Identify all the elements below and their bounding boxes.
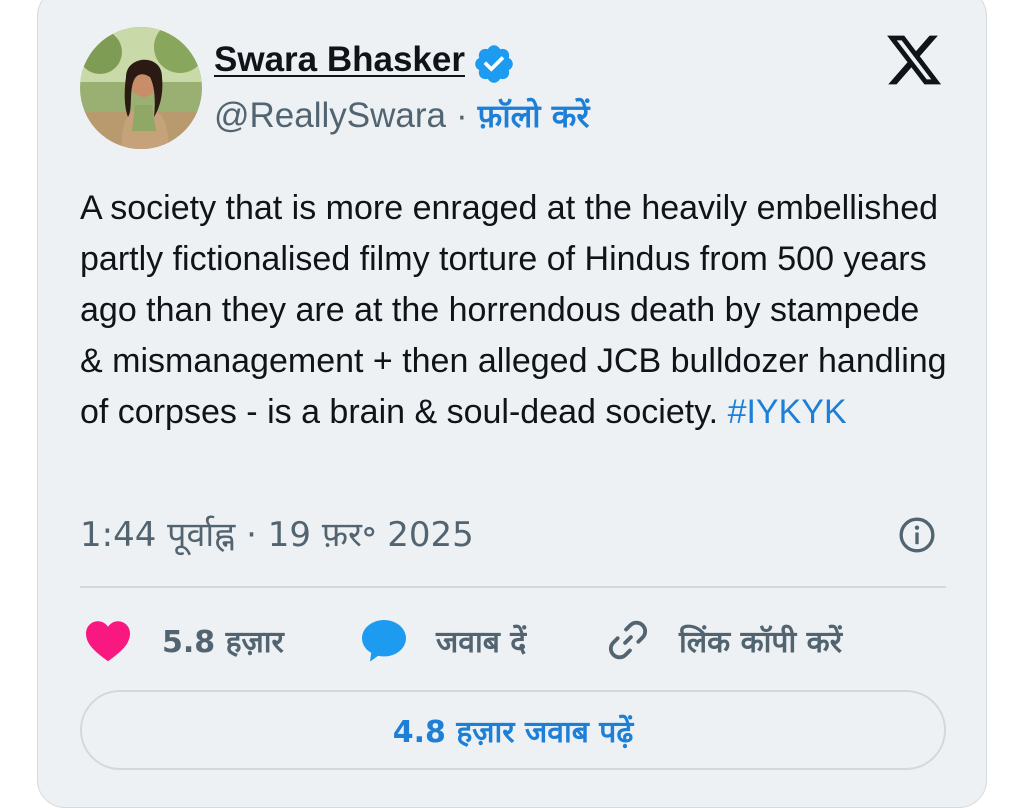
copy-link-button[interactable]: लिंक कॉपी करें <box>605 610 842 670</box>
avatar[interactable] <box>80 27 202 149</box>
x-logo-icon[interactable] <box>884 30 944 90</box>
like-button[interactable]: 5.8 हज़ार <box>84 610 284 670</box>
read-replies-label: 4.8 हज़ार जवाब पढ़ें <box>392 714 634 750</box>
author-name[interactable]: Swara Bhasker <box>214 40 465 80</box>
author-handle[interactable]: @ReallySwara <box>214 96 446 136</box>
read-replies-button[interactable]: 4.8 हज़ार जवाब पढ़ें <box>80 690 946 770</box>
verified-badge-icon <box>472 42 516 86</box>
tweet-text: A society that is more enraged at the he… <box>80 183 950 438</box>
timestamp[interactable]: 1:44 पूर्वाह्न · 19 फ़र॰ 2025 <box>80 510 474 556</box>
author-handle-row: @ReallySwara · फ़ॉलो करें <box>214 94 589 137</box>
follow-button[interactable]: फ़ॉलो करें <box>478 94 590 137</box>
reply-button[interactable]: जवाब दें <box>360 610 526 670</box>
info-icon[interactable] <box>897 515 937 555</box>
reply-label: जवाब दें <box>436 624 527 660</box>
separator: · <box>456 96 468 135</box>
speech-bubble-icon <box>360 617 408 663</box>
hashtag-link[interactable]: #IYKYK <box>728 393 847 431</box>
copy-link-label: लिंक कॉपी करें <box>679 624 842 660</box>
divider <box>80 586 946 588</box>
heart-icon <box>84 618 132 662</box>
link-icon <box>605 617 651 663</box>
likes-count: 5.8 हज़ार <box>162 624 284 660</box>
